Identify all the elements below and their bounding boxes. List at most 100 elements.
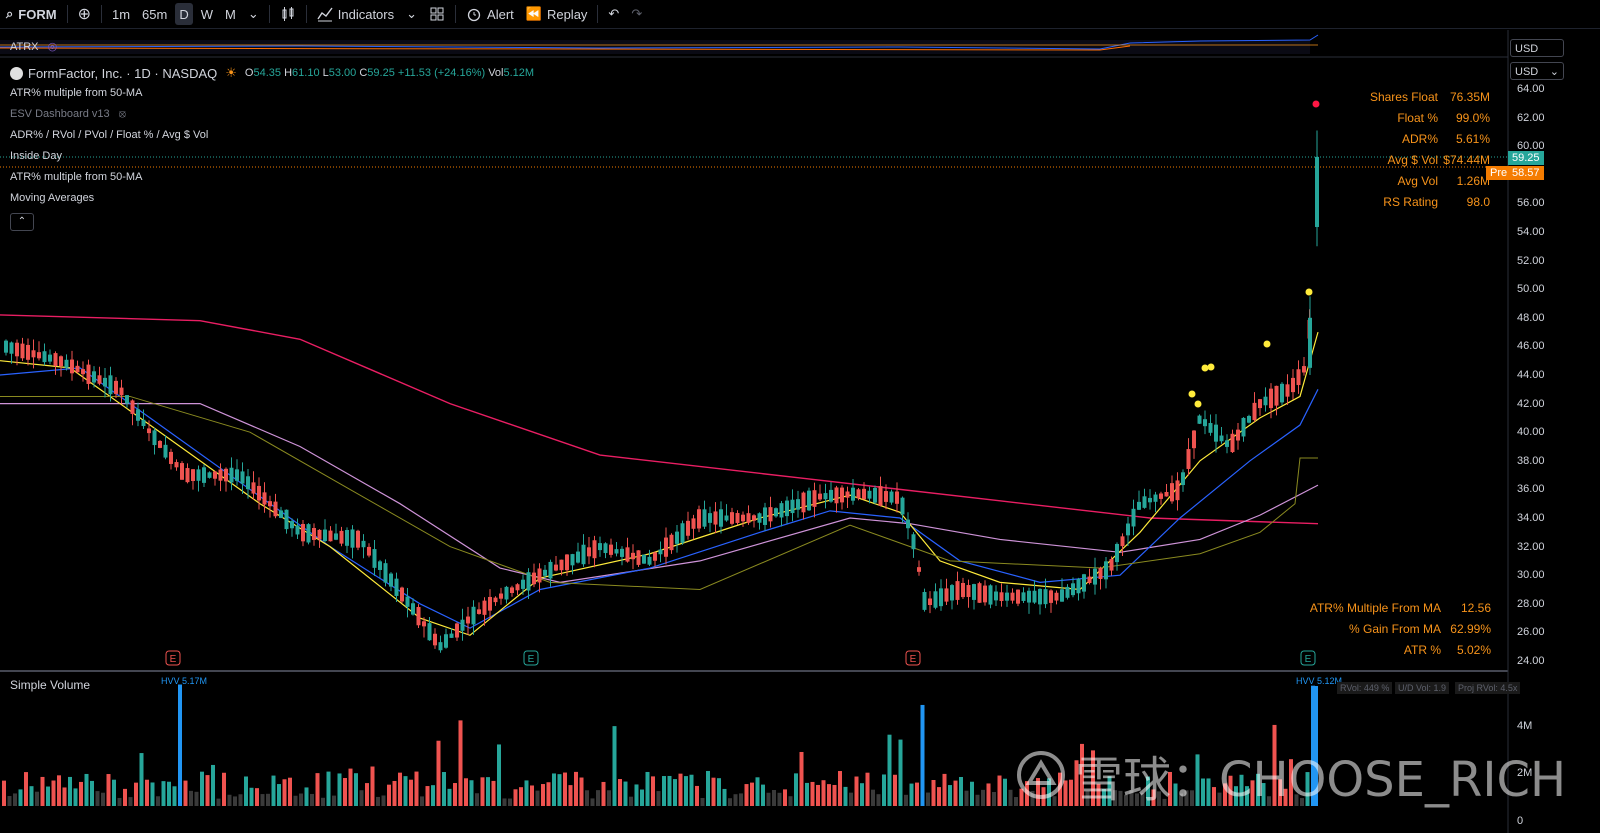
candle-body (411, 603, 415, 615)
legend-indicator-esv-dashboard[interactable]: ESV Dashboard v13 ⦻ (10, 108, 126, 121)
volume-bar (601, 781, 606, 806)
volume-bar (739, 793, 743, 806)
stats-value: 5.61% (1455, 131, 1490, 146)
stats-value: 98.0 (1466, 194, 1490, 209)
candle-body (669, 534, 674, 551)
candle-body (845, 491, 850, 498)
volume-bar (920, 704, 925, 806)
price-currency-box[interactable]: USD ⌄ (1510, 62, 1564, 80)
candle-body (141, 419, 146, 427)
candle-body (834, 487, 839, 504)
candle-body (675, 531, 679, 544)
legend-indicator-atr-multiple-2[interactable]: ATR% multiple from 50-MA (10, 171, 142, 183)
volume-bar (288, 777, 292, 806)
price-tick: 52.00 (1517, 254, 1545, 267)
stats-key: ATR % (1403, 642, 1441, 657)
volume-bar (667, 775, 672, 806)
candle-body (37, 352, 41, 359)
legend-indicator-inside-day[interactable]: Inside Day (10, 150, 62, 162)
volume-bar (161, 781, 166, 806)
candle-body (713, 511, 718, 525)
candle-body (790, 499, 795, 514)
candle-body (708, 513, 712, 523)
volume-bar (315, 773, 320, 806)
volume-bar (849, 792, 853, 806)
price-tick: 30.00 (1517, 569, 1545, 582)
stats-row: Avg Vol 1.26M (1352, 170, 1490, 191)
candle-body (301, 523, 305, 542)
candle-body (378, 561, 382, 570)
volume-bar (981, 789, 985, 806)
legend-indicator-adr-rvol[interactable]: ADR% / RVol / PVol / Float % / Avg $ Vol (10, 129, 208, 141)
volume-bar (24, 772, 28, 806)
candle-body (372, 549, 377, 568)
candle-body (1296, 369, 1301, 386)
volume-bar (871, 789, 875, 806)
atrx-currency-box[interactable]: USD (1510, 39, 1564, 57)
proj-rvol-stat: Proj RVol: 4.5x (1455, 682, 1521, 694)
volume-bar (101, 792, 105, 806)
candle-body (268, 501, 272, 507)
candle-body (240, 471, 245, 484)
candle-body (702, 509, 707, 527)
collapse-legend-button[interactable]: ⌃ (10, 213, 34, 231)
candle-body (207, 472, 212, 478)
volume-bar (656, 791, 661, 806)
main-legend-title: FormFactor, Inc. · 1D · NASDAQ ☀ O54.35 … (10, 65, 534, 81)
volume-bar (18, 789, 23, 806)
volume-bar (711, 777, 716, 806)
legend-indicator-moving-averages[interactable]: Moving Averages (10, 192, 94, 204)
candle-body (15, 342, 19, 357)
volume-bar (293, 795, 298, 806)
candle-body (988, 585, 993, 605)
volume-bar (244, 776, 248, 806)
hidden-eye-icon[interactable]: ⦻ (119, 108, 126, 120)
volume-bar (519, 787, 523, 806)
volume-bar (843, 786, 848, 806)
candle-body (1093, 568, 1097, 585)
candle-body (1153, 494, 1158, 502)
candle-body (202, 467, 206, 483)
symbol-logo-icon (10, 66, 23, 80)
candle-body (48, 354, 52, 362)
candle-body (42, 351, 47, 363)
volume-bar (35, 791, 39, 806)
candle-body (334, 533, 338, 540)
volume-bar (612, 726, 617, 806)
volume-bar (893, 774, 897, 806)
candle-body (950, 585, 954, 601)
volume-bar (7, 796, 12, 806)
candle-body (350, 529, 355, 548)
candle-body (664, 537, 668, 557)
volume-bar (420, 796, 424, 806)
volume-pane-label[interactable]: Simple Volume (10, 678, 90, 692)
candle-body (966, 585, 971, 598)
candle-body (9, 342, 14, 354)
candle-body (81, 369, 85, 375)
volume-bar (684, 776, 688, 806)
volume-bar (755, 777, 760, 806)
volume-bar (13, 793, 17, 806)
price-tick: 48.00 (1517, 311, 1545, 324)
candle-body (785, 500, 789, 517)
visibility-icon[interactable]: ◎ (48, 41, 58, 53)
candle-body (1263, 396, 1268, 406)
stats-value: 76.35M (1449, 89, 1490, 104)
legend-indicator-atr-multiple[interactable]: ATR% multiple from 50-MA (10, 87, 142, 99)
volume-bar (40, 776, 45, 806)
candle-body (983, 585, 987, 603)
price-tick: 36.00 (1517, 483, 1545, 496)
volume-tick: 4M (1517, 720, 1533, 732)
candle-body (807, 490, 811, 511)
candle-body (994, 591, 998, 601)
candle-body (741, 514, 745, 522)
candle-body (515, 584, 520, 591)
candle-body (262, 492, 267, 505)
price-tick: 34.00 (1517, 512, 1545, 524)
candle-body (114, 380, 118, 394)
candle-body (361, 540, 366, 548)
volume-bar (178, 684, 182, 806)
candle-body (752, 515, 756, 521)
stats-value: $74.44M (1443, 152, 1490, 167)
candle-body (86, 364, 91, 384)
